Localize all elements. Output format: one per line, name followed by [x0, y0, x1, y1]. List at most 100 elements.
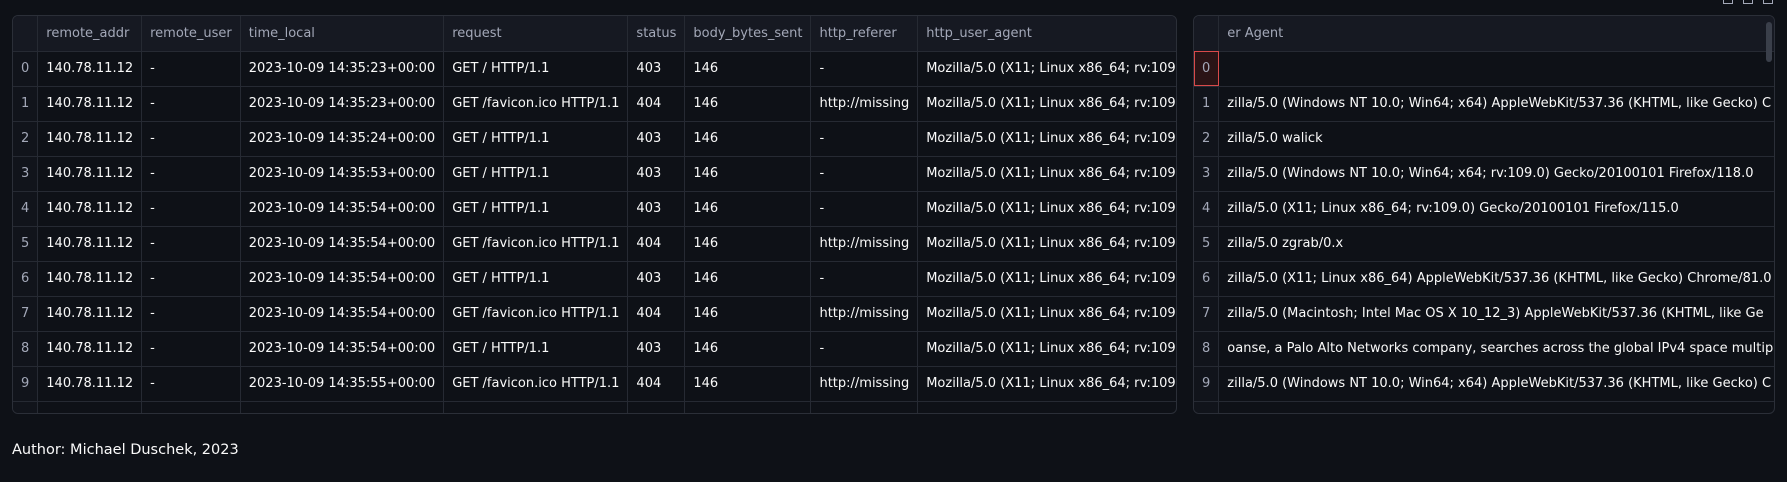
table-cell[interactable]: -	[141, 331, 241, 367]
table-cell[interactable]: Mozilla/5.0 (X11; Linux x86_64; rv:109.0…	[917, 296, 1176, 332]
row-index[interactable]: 3	[13, 156, 39, 192]
table-cell[interactable]: 404	[627, 296, 686, 332]
table-cell[interactable]: 403	[627, 261, 686, 297]
table-cell[interactable]: -	[141, 86, 241, 122]
table-cell[interactable]: 2023-10-09 14:35:54+00:00	[240, 261, 445, 297]
table-cell[interactable]: Mozilla/5.0 (X11; Linux x86_64; rv:109.0…	[917, 226, 1176, 262]
table-cell[interactable]: Mozilla/5.0 (X11; Linux x86_64; rv:109.0…	[917, 51, 1176, 87]
column-header[interactable]: http_referer	[810, 16, 919, 52]
table-cell[interactable]: oanse, a Palo Alto Networks company, sea…	[1218, 331, 1774, 367]
table-cell[interactable]: 403	[627, 156, 686, 192]
table-cell[interactable]: 2023-10-09 14:35:24+00:00	[240, 121, 445, 157]
row-index[interactable]: 6	[13, 261, 39, 297]
table-cell[interactable]: zilla/5.0 (X11; Linux x86_64) AppleWebKi…	[1218, 261, 1774, 297]
table-cell[interactable]: -	[810, 156, 919, 192]
table-cell[interactable]: http://missing	[810, 86, 919, 122]
table-cell[interactable]: Mozilla/5.0 (X11; Linux x86_64; rv:109.0…	[917, 331, 1176, 367]
table-cell[interactable]: 2023-10-09 14:35:55+00:00	[240, 366, 445, 402]
table-cell[interactable]: 2023-10-09 14:35:54+00:00	[240, 226, 445, 262]
download-icon[interactable]	[1723, 0, 1733, 4]
log-dataframe[interactable]: remote_addr remote_user time_local request s…	[12, 15, 1177, 414]
table-cell[interactable]: -	[810, 261, 919, 297]
index-header[interactable]	[1194, 16, 1220, 52]
table-cell[interactable]: Mozilla/5.0 (X11; Linux x86_64; rv:109.0…	[917, 156, 1176, 192]
table-cell[interactable]: 146	[684, 121, 812, 157]
table-cell[interactable]: 146	[684, 156, 812, 192]
table-cell[interactable]: GET / HTTP/1.1	[443, 261, 629, 297]
row-index[interactable]: 8	[1194, 331, 1220, 367]
table-cell[interactable]: 146	[684, 261, 812, 297]
row-index[interactable]: 5	[1194, 226, 1220, 262]
table-cell[interactable]: -	[810, 121, 919, 157]
table-cell[interactable]: 140.78.11.12	[37, 156, 143, 192]
row-index[interactable]: 1	[13, 86, 39, 122]
table-cell[interactable]: http://missing	[810, 296, 919, 332]
table-cell[interactable]: zilla/5.0 walick	[1218, 121, 1774, 157]
table-cell[interactable]: 146	[684, 191, 812, 227]
table-row[interactable]: 4 zilla/5.0 (X11; Linux x86_64; rv:109.0)…	[1194, 191, 1774, 227]
table-cell[interactable]: -	[810, 191, 919, 227]
table-cell[interactable]: 2023-10-09 14:35:54+00:00	[240, 191, 445, 227]
table-cell[interactable]: -	[141, 261, 241, 297]
table-cell[interactable]: 140.78.11.12	[37, 86, 143, 122]
row-index[interactable]: 9	[1194, 366, 1220, 402]
table-cell[interactable]: 2023-10-09 14:35:54+00:00	[240, 296, 445, 332]
column-header[interactable]: time_local	[240, 16, 445, 52]
table-cell[interactable]: -	[810, 331, 919, 367]
table-cell[interactable]: GET /favicon.ico HTTP/1.1	[443, 296, 629, 332]
table-row[interactable]: 9 140.78.11.12-2023-10-09 14:35:55+00:00 G…	[13, 366, 1176, 402]
column-header[interactable]: remote_addr	[37, 16, 143, 52]
table-cell[interactable]: 403	[627, 51, 686, 87]
table-row[interactable]: 3 zilla/5.0 (Windows NT 10.0; Win64; x64;…	[1194, 156, 1774, 192]
table-cell[interactable]: -	[141, 191, 241, 227]
row-index[interactable]: 2	[13, 121, 39, 157]
row-index[interactable]: 2	[1194, 121, 1220, 157]
table-cell[interactable]: zilla/5.0 (Windows NT 10.0; Win64; x64; …	[1218, 156, 1774, 192]
row-index[interactable]: 9	[13, 366, 39, 402]
table-cell[interactable]: GET /favicon.ico HTTP/1.1	[443, 366, 629, 402]
index-header[interactable]	[13, 16, 39, 52]
row-index[interactable]: 4	[1194, 191, 1220, 227]
table-cell[interactable]: -	[141, 366, 241, 402]
table-cell[interactable]: -	[141, 121, 241, 157]
table-cell[interactable]: -	[141, 51, 241, 87]
table-cell[interactable]: 140.78.11.12	[37, 366, 143, 402]
row-index[interactable]: 7	[1194, 296, 1220, 332]
table-row[interactable]: 2 140.78.11.12-2023-10-09 14:35:24+00:00 G…	[13, 121, 1176, 157]
row-index[interactable]: 1	[1194, 86, 1220, 122]
table-cell[interactable]: 140.78.11.12	[37, 51, 143, 87]
table-cell[interactable]: Mozilla/5.0 (X11; Linux x86_64; rv:109.0…	[917, 366, 1176, 402]
table-cell[interactable]: -	[141, 296, 241, 332]
table-cell[interactable]: 146	[684, 86, 812, 122]
table-cell[interactable]: 2023-10-09 14:35:23+00:00	[240, 51, 445, 87]
table-cell[interactable]: zilla/5.0 (Windows NT 10.0; Win64; x64) …	[1218, 366, 1774, 402]
table-row[interactable]: 1 zilla/5.0 (Windows NT 10.0; Win64; x64)…	[1194, 86, 1774, 122]
table-cell[interactable]: GET / HTTP/1.1	[443, 121, 629, 157]
table-row[interactable]: 5 140.78.11.12-2023-10-09 14:35:54+00:00 G…	[13, 226, 1176, 262]
table-row[interactable]: 5zilla/5.0 zgrab/0.x409	[1194, 226, 1774, 262]
table-cell[interactable]: -	[141, 226, 241, 262]
table-cell[interactable]: 146	[684, 366, 812, 402]
search-icon[interactable]	[1743, 0, 1753, 4]
row-index[interactable]: 3	[1194, 156, 1220, 192]
row-index[interactable]: 6	[1194, 261, 1220, 297]
table-cell[interactable]: zilla/5.0 (Windows NT 10.0; Win64; x64) …	[1218, 86, 1774, 122]
row-index[interactable]: 5	[13, 226, 39, 262]
table-row[interactable]: 2zilla/5.0 walick826	[1194, 121, 1774, 157]
table-cell[interactable]: http://missing	[810, 366, 919, 402]
table-cell[interactable]: 403	[627, 121, 686, 157]
table-cell[interactable]: zilla/5.0 (Macintosh; Intel Mac OS X 10_…	[1218, 296, 1774, 332]
table-row[interactable]: 3 140.78.11.12-2023-10-09 14:35:53+00:00 G…	[13, 156, 1176, 192]
table-cell[interactable]: 146	[684, 296, 812, 332]
table-cell[interactable]: GET / HTTP/1.1	[443, 331, 629, 367]
table-cell[interactable]: 2023-10-09 14:35:54+00:00	[240, 331, 445, 367]
table-row[interactable]: 4 140.78.11.12-2023-10-09 14:35:54+00:00 G…	[13, 191, 1176, 227]
table-cell[interactable]: 146	[684, 226, 812, 262]
table-row[interactable]: 9 zilla/5.0 (Windows NT 10.0; Win64; x64)…	[1194, 366, 1774, 402]
table-cell[interactable]: 2023-10-09 14:35:23+00:00	[240, 86, 445, 122]
table-cell[interactable]: -	[141, 156, 241, 192]
table-row[interactable]: 02,956	[1194, 51, 1774, 87]
table-cell[interactable]: 140.78.11.12	[37, 331, 143, 367]
table-cell[interactable]: 404	[627, 366, 686, 402]
table-cell[interactable]: 403	[627, 331, 686, 367]
